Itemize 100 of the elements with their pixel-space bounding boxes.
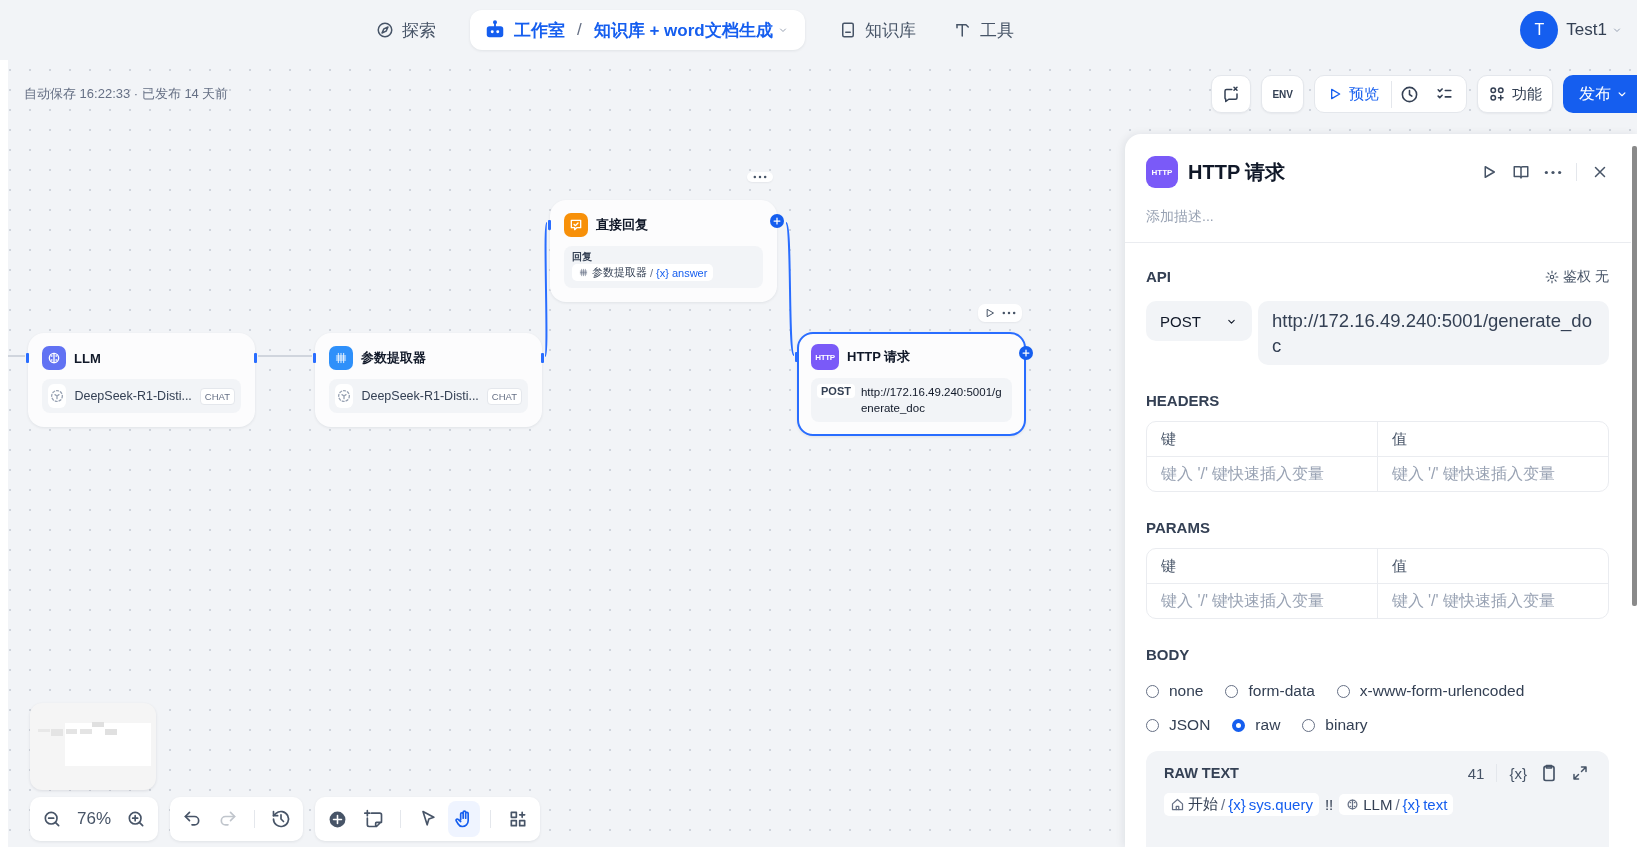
radio-option[interactable]: none <box>1146 679 1204 703</box>
section-label: BODY <box>1146 645 1191 665</box>
user-menu[interactable]: Test1 <box>1566 20 1623 40</box>
dashed-circle-icon <box>49 388 66 404</box>
more-icon <box>753 175 767 179</box>
column-header: 值 <box>1377 549 1608 584</box>
char-count: 41 <box>1467 764 1485 782</box>
scrollbar[interactable] <box>1632 146 1637 606</box>
compass-icon <box>376 21 394 39</box>
model-tag: CHAT <box>199 387 235 405</box>
url-field[interactable]: http://172.16.49.240:5001/generate_doc <box>1258 301 1609 365</box>
dashed-circle-icon <box>336 388 353 404</box>
model-selector[interactable]: DeepSeek-R1-Disti... CHAT <box>329 379 528 413</box>
connection-handle[interactable] <box>541 353 544 363</box>
workflow-node[interactable]: 直接回复 回复 参数提取器 / {x} answer <box>550 200 777 302</box>
connector-line <box>7 355 26 357</box>
radio-option[interactable]: raw <box>1232 713 1281 737</box>
method-label: POST <box>817 384 855 398</box>
more-button[interactable] <box>753 175 767 179</box>
add-node-button[interactable] <box>1019 346 1033 360</box>
more-button[interactable] <box>1544 169 1562 175</box>
connector-line <box>257 355 313 357</box>
variable-mark: {x} <box>656 266 669 279</box>
radio-option[interactable]: form-data <box>1225 679 1315 703</box>
variable-source: 参数提取器 <box>592 265 647 280</box>
workflow-node[interactable]: LLM DeepSeek-R1-Disti... CHAT <box>28 333 255 427</box>
auth-button[interactable]: 鉴权 无 <box>1545 268 1609 286</box>
variable-name: answer <box>671 266 708 279</box>
chat-variable-button[interactable] <box>1211 75 1252 113</box>
gear-icon <box>1545 270 1560 284</box>
workflow-node[interactable]: 参数提取器 DeepSeek-R1-Disti... CHAT <box>315 333 542 427</box>
nav-link[interactable]: 知识库 <box>834 12 920 48</box>
history-icon <box>270 809 291 829</box>
variable-source: LLM <box>1363 796 1393 813</box>
model-name: DeepSeek-R1-Disti... <box>74 389 192 403</box>
add-node-button[interactable] <box>770 214 784 228</box>
node-icon: HTTP <box>811 344 839 370</box>
variable-name: text <box>1423 796 1448 813</box>
publish-button[interactable]: 发布 <box>1563 75 1637 113</box>
connection-handle[interactable] <box>254 353 257 363</box>
model-selector[interactable]: DeepSeek-R1-Disti... CHAT <box>42 379 241 413</box>
nav-link[interactable]: 探索 <box>372 12 440 48</box>
variable-name: sys.query <box>1248 796 1313 813</box>
features-button[interactable]: 功能 <box>1477 75 1553 113</box>
node-icon: HTTP <box>1146 156 1178 188</box>
section-label: HEADERS <box>1146 391 1221 411</box>
variable-source: 开始 <box>1188 795 1218 814</box>
radio-button[interactable] <box>1232 718 1246 732</box>
panel-title: HTTP 请求 <box>1188 159 1287 185</box>
features-icon <box>1488 85 1506 103</box>
clock-icon <box>1400 84 1419 104</box>
model-name: DeepSeek-R1-Disti... <box>361 389 479 403</box>
more-button[interactable] <box>1002 311 1016 315</box>
note-icon <box>363 809 384 829</box>
insert-variable-button[interactable]: {x} <box>1509 764 1527 782</box>
hammer-icon <box>953 21 972 39</box>
more-icon <box>1002 311 1016 315</box>
connection-handle[interactable] <box>313 353 316 363</box>
app-switcher[interactable]: 知识库 + word文档生成 <box>593 18 789 42</box>
brain-icon <box>1345 797 1361 812</box>
studio-link[interactable]: 工作室 <box>514 18 565 42</box>
docs-button[interactable] <box>1512 163 1530 181</box>
zoom-level[interactable]: 76% <box>72 809 116 829</box>
value-input[interactable]: 键入 '/' 键快速插入变量 <box>1377 457 1608 491</box>
nav-link[interactable]: 工具 <box>949 12 1018 48</box>
connection-handle[interactable] <box>548 220 551 230</box>
play-icon <box>984 307 996 319</box>
editor-label: RAW TEXT <box>1164 765 1240 781</box>
method-select[interactable]: POST <box>1146 301 1252 341</box>
connection-handle[interactable] <box>26 353 29 363</box>
column-header: 键 <box>1147 549 1378 584</box>
radio-option[interactable]: x-www-form-urlencoded <box>1336 679 1525 703</box>
variable-mark: {x} <box>1228 796 1246 813</box>
message-x-icon <box>1222 85 1241 103</box>
grid-icon <box>578 267 589 278</box>
add-icon <box>327 809 347 829</box>
connection-handle[interactable] <box>795 352 798 362</box>
run-button[interactable] <box>984 307 996 319</box>
expand-icon <box>1571 764 1589 782</box>
section-label: PARAMS <box>1146 518 1211 538</box>
workflow-node[interactable]: HTTP HTTP 请求 POST http://172.16.49.240:5001/generate_doc <box>797 332 1026 436</box>
workspace-switcher[interactable]: 工作室 / 知识库 + word文档生成 <box>470 10 805 50</box>
preview-button[interactable]: 预览 <box>1319 80 1392 108</box>
node-title: LLM <box>74 350 101 366</box>
expand-button[interactable] <box>1571 764 1589 782</box>
model-tag: CHAT <box>486 387 522 405</box>
env-button[interactable]: ENV <box>1261 75 1304 113</box>
home-icon <box>1170 797 1185 812</box>
node-title: 直接回复 <box>596 216 648 234</box>
avatar[interactable]: T <box>1520 11 1559 49</box>
key-input[interactable]: 键入 '/' 键快速插入变量 <box>1147 457 1378 491</box>
key-input[interactable]: 键入 '/' 键快速插入变量 <box>1147 584 1378 618</box>
value-input[interactable]: 键入 '/' 键快速插入变量 <box>1377 584 1608 618</box>
raw-text-editor[interactable]: RAW TEXT 41 {x} 开始 / {x} sys.query !! LLM / {x} text <box>1146 751 1609 847</box>
hand-tool[interactable] <box>447 801 481 837</box>
plus-icon <box>772 216 782 226</box>
radio-option[interactable]: binary <box>1302 713 1368 737</box>
radio-option[interactable]: JSON <box>1146 713 1211 737</box>
variable-mark: {x} <box>1402 796 1421 813</box>
description-field[interactable]: 添加描述... <box>1146 204 1609 228</box>
